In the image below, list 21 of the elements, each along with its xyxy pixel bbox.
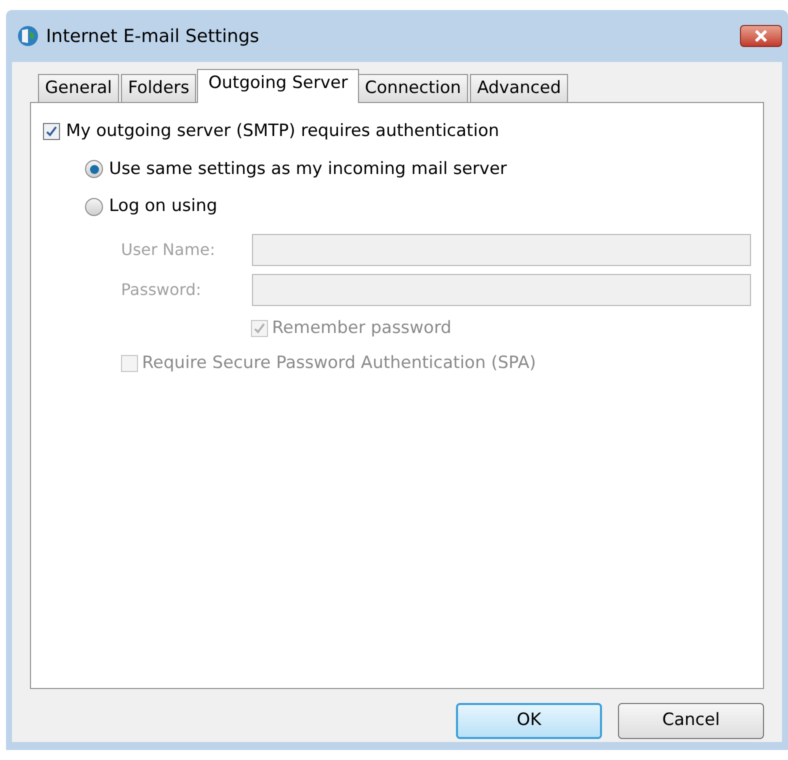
tab[interactable]: Outgoing Server: [197, 69, 359, 103]
tab[interactable]: General: [38, 74, 119, 102]
radio-label: Use same settings as my incoming mail server: [109, 158, 507, 180]
checkbox[interactable]: [43, 123, 60, 140]
dialog-button[interactable]: OK: [456, 703, 602, 739]
tab[interactable]: Advanced: [470, 74, 568, 102]
close-button[interactable]: [740, 25, 782, 47]
window-title: Internet E-mail Settings: [46, 24, 260, 48]
field-label: User Name:: [121, 238, 216, 260]
radio-button[interactable]: [85, 198, 103, 216]
close-icon: [754, 30, 768, 42]
field-label: Password:: [121, 278, 202, 300]
checkbox-label: Require Secure Password Authentication (SPA): [142, 352, 536, 375]
checkbox-label: My outgoing server (SMTP) requires authentication: [66, 120, 500, 143]
tab[interactable]: Connection: [358, 74, 468, 102]
radio-label: Log on using: [109, 195, 218, 218]
checkbox-label: Remember password: [272, 316, 452, 340]
dialog-button[interactable]: Cancel: [618, 703, 764, 739]
tab[interactable]: Folders: [121, 74, 196, 102]
radio-button[interactable]: [85, 160, 103, 178]
globe-icon: [16, 25, 40, 47]
